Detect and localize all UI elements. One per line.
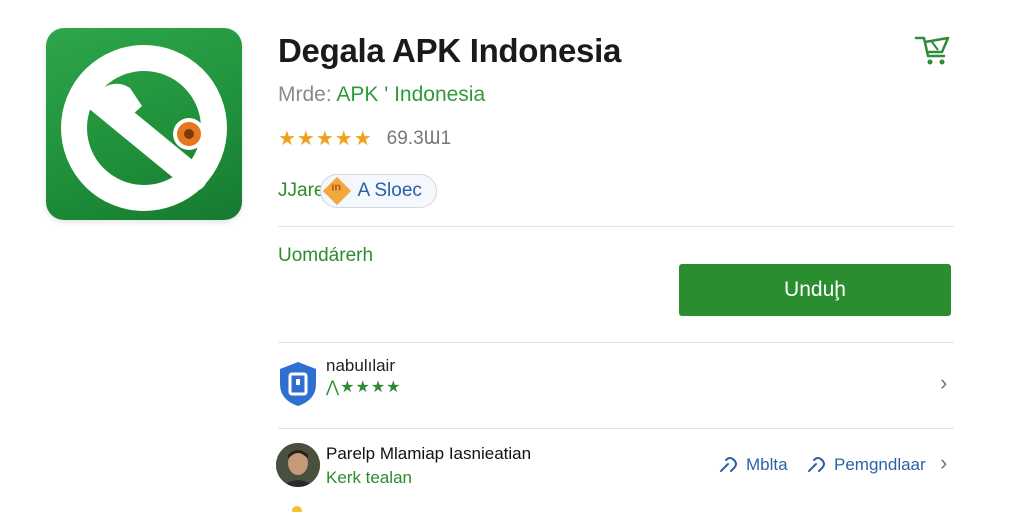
- rating-count: 69.3Ɯ1: [386, 127, 452, 149]
- partial-icon: [292, 506, 302, 512]
- rating: ★★★★★ 69.3Ɯ1: [278, 126, 451, 151]
- list-item-name: Parelp Mlamiap Iasnieatian: [326, 444, 532, 463]
- cart-icon[interactable]: [912, 32, 952, 68]
- link-icon: [720, 457, 737, 472]
- shield-icon: [280, 362, 316, 406]
- rating-stars: ★★★★★: [278, 128, 373, 150]
- mode-line: Mrde: APK ' Indonesia: [278, 83, 485, 107]
- list-item[interactable]: nabulılair ⋀★★★★ ›: [276, 350, 956, 420]
- divider: [278, 342, 954, 343]
- link-icon: [808, 457, 825, 472]
- list-item[interactable]: Parelp Mlamiap Iasnieatian Kerk tealan M…: [276, 440, 956, 496]
- link-pemgndlaar[interactable]: Pemgndlaar: [806, 455, 926, 475]
- avatar: [276, 443, 320, 487]
- diamond-badge-icon: ın: [323, 176, 352, 206]
- download-section-label: Uomdárerh: [278, 245, 374, 266]
- mini-rating-stars: ⋀★★★★: [326, 379, 402, 396]
- divider: [278, 428, 954, 429]
- link-label: Pemgndlaar: [834, 455, 926, 474]
- chevron-right-icon[interactable]: ›: [940, 370, 947, 396]
- list-item-name: nabulılair: [326, 356, 395, 375]
- divider: [278, 226, 954, 227]
- chevron-right-icon[interactable]: ›: [940, 450, 947, 476]
- list-item-subtitle: Kerk tealan: [326, 468, 412, 487]
- tag-text: JJare: [278, 180, 325, 201]
- tag-row: JJare ın A Sloec: [278, 174, 437, 208]
- badge-text: ın: [331, 181, 342, 194]
- tag-pill-label: A Sloec: [357, 180, 422, 201]
- app-title: Degala APK Indonesia: [278, 32, 622, 69]
- download-button[interactable]: Unduḩ: [679, 264, 951, 316]
- mode-value: APK ' Indonesia: [336, 83, 486, 106]
- link-mblta[interactable]: Mblta: [718, 455, 788, 475]
- tag-pill[interactable]: ın A Sloec: [320, 174, 437, 208]
- app-icon: [46, 28, 242, 220]
- link-label: Mblta: [746, 455, 788, 474]
- mode-label: Mrde:: [278, 83, 332, 106]
- phone-logo-icon: [61, 45, 227, 211]
